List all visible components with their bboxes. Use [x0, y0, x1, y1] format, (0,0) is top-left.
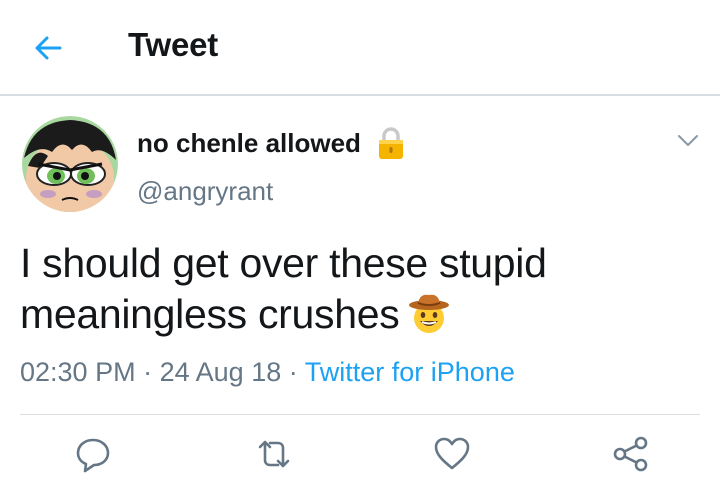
display-name[interactable]: no chenle allowed: [137, 128, 361, 159]
reply-button[interactable]: [73, 434, 113, 474]
avatar[interactable]: [22, 116, 118, 212]
page-title: Tweet: [128, 26, 219, 63]
top-app-bar: Tweet: [0, 0, 720, 96]
cowboy-hat-face-emoji: [407, 291, 451, 335]
chevron-down-icon: [678, 135, 698, 146]
tweet-text: I should get over these stupid meaningle…: [20, 238, 700, 340]
back-arrow-icon: [35, 36, 62, 60]
tweet-time: 02:30 PM: [20, 357, 136, 387]
user-handle[interactable]: @angryrant: [137, 176, 273, 207]
tweet-body: I should get over these stupid meaningle…: [20, 240, 547, 337]
profile-picture: [22, 116, 118, 212]
reply-icon: [76, 438, 110, 473]
more-options-button[interactable]: [676, 130, 700, 150]
tweet-source-link[interactable]: Twitter for iPhone: [305, 357, 515, 387]
share-icon: [613, 436, 648, 472]
lock-icon: [376, 126, 406, 160]
tweet-date: 24 Aug 18: [159, 357, 282, 387]
like-icon: [434, 437, 470, 470]
meta-separator: ·: [143, 357, 153, 387]
tweet-metadata: 02:30 PM · 24 Aug 18 · Twitter for iPhon…: [20, 357, 515, 388]
back-button[interactable]: [30, 30, 66, 66]
like-button[interactable]: [432, 434, 472, 474]
share-button[interactable]: [611, 434, 651, 474]
retweet-button[interactable]: [254, 434, 294, 474]
retweet-icon: [258, 440, 290, 468]
divider: [20, 414, 700, 415]
meta-separator: ·: [288, 357, 298, 387]
tweet-detail-screen: Tweet no chenle allowed @angryrant I sho…: [0, 0, 720, 498]
